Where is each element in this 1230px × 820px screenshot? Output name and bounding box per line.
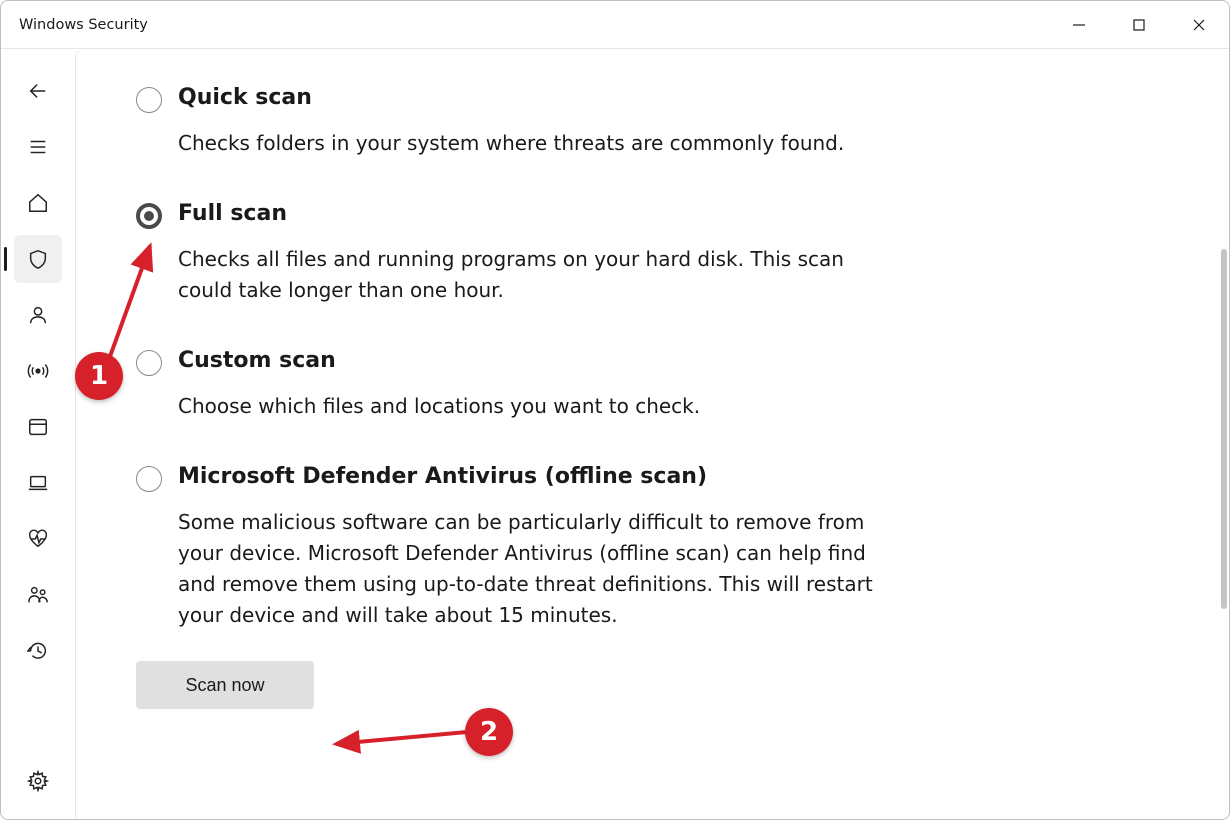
titlebar: Windows Security <box>1 1 1229 49</box>
radio-quick-scan[interactable] <box>136 87 162 113</box>
window-controls <box>1049 1 1229 48</box>
option-title: Custom scan <box>178 348 876 373</box>
scan-option-quick: Quick scan Checks folders in your system… <box>136 85 876 159</box>
scan-option-full: Full scan Checks all files and running p… <box>136 201 876 306</box>
scan-option-custom: Custom scan Choose which files and locat… <box>136 348 876 422</box>
window-icon <box>27 416 49 438</box>
back-icon <box>27 80 49 102</box>
window-body: Quick scan Checks folders in your system… <box>1 49 1229 819</box>
sidebar-item-device-performance[interactable] <box>14 515 62 563</box>
sidebar-item-home[interactable] <box>14 179 62 227</box>
sidebar-item-virus-threat-protection[interactable] <box>14 235 62 283</box>
sidebar-item-family-options[interactable] <box>14 571 62 619</box>
option-description: Checks folders in your system where thre… <box>178 128 876 159</box>
option-title: Full scan <box>178 201 876 226</box>
shield-icon <box>27 248 49 270</box>
sidebar-item-account-protection[interactable] <box>14 291 62 339</box>
option-description: Choose which files and locations you wan… <box>178 391 876 422</box>
close-button[interactable] <box>1169 1 1229 48</box>
home-icon <box>27 192 49 214</box>
app-window: Windows Security <box>0 0 1230 820</box>
sidebar-item-device-security[interactable] <box>14 459 62 507</box>
option-title: Quick scan <box>178 85 876 110</box>
annotation-callout-1: 1 <box>75 352 123 400</box>
menu-icon <box>27 136 49 158</box>
broadcast-icon <box>27 360 49 382</box>
radio-offline-scan[interactable] <box>136 466 162 492</box>
scan-option-offline: Microsoft Defender Antivirus (offline sc… <box>136 464 876 631</box>
annotation-arrow-2 <box>322 714 482 754</box>
sidebar-item-app-browser-control[interactable] <box>14 403 62 451</box>
heart-icon <box>27 528 49 550</box>
minimize-button[interactable] <box>1049 1 1109 48</box>
option-description: Some malicious software can be particula… <box>178 507 876 631</box>
laptop-icon <box>27 472 49 494</box>
family-icon <box>27 584 49 606</box>
option-title: Microsoft Defender Antivirus (offline sc… <box>178 464 876 489</box>
window-title: Windows Security <box>19 17 148 33</box>
sidebar-item-protection-history[interactable] <box>14 627 62 675</box>
maximize-button[interactable] <box>1109 1 1169 48</box>
option-description: Checks all files and running programs on… <box>178 244 876 306</box>
vertical-scrollbar[interactable] <box>1221 249 1227 609</box>
content-area: Quick scan Checks folders in your system… <box>75 49 1229 819</box>
minimize-icon <box>1072 18 1086 32</box>
annotation-callout-2: 2 <box>465 708 513 756</box>
gear-icon <box>27 770 49 792</box>
history-icon <box>27 640 49 662</box>
sidebar <box>1 49 75 819</box>
scan-now-button[interactable]: Scan now <box>136 661 314 709</box>
sidebar-item-settings[interactable] <box>14 757 62 805</box>
radio-full-scan[interactable] <box>136 203 162 229</box>
close-icon <box>1192 18 1206 32</box>
person-icon <box>27 304 49 326</box>
back-button[interactable] <box>14 67 62 115</box>
sidebar-item-firewall-network[interactable] <box>14 347 62 395</box>
maximize-icon <box>1132 18 1146 32</box>
menu-button[interactable] <box>14 123 62 171</box>
